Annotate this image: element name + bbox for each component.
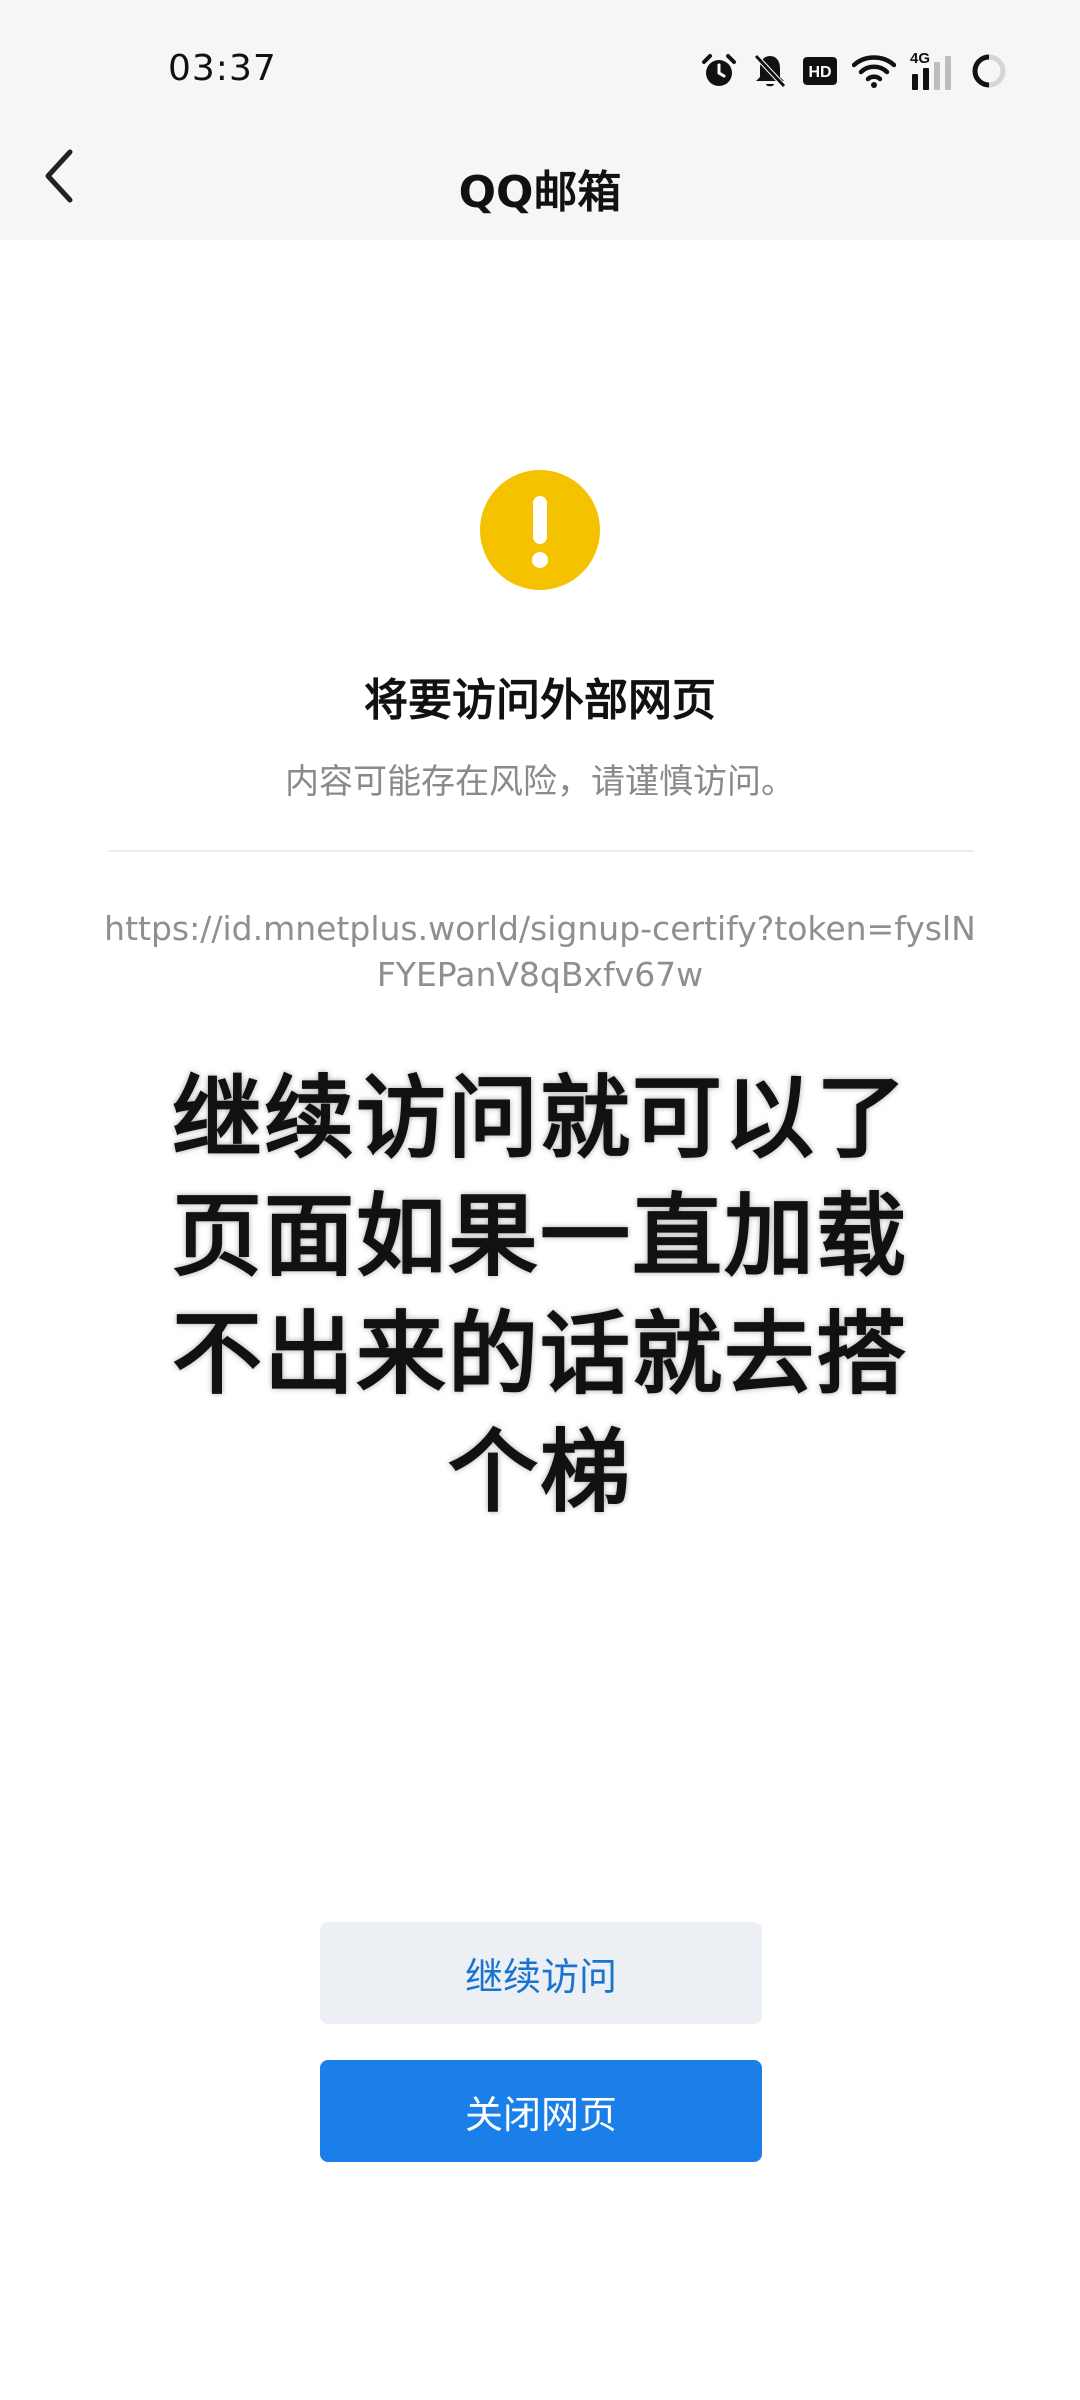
- overlay-caption: 继续访问就可以了 页面如果一直加载 不出来的话就去搭 个梯: [150, 1060, 930, 1532]
- signal-icon: 4G: [910, 50, 956, 92]
- status-icons: HD 4G: [700, 50, 1008, 92]
- exclamation-icon: [480, 470, 600, 590]
- overlay-line: 继续访问就可以了: [172, 1066, 908, 1171]
- page-title: QQ邮箱: [458, 167, 622, 218]
- overlay-line: 页面如果一直加载: [172, 1184, 908, 1289]
- alarm-icon: [700, 50, 738, 92]
- overlay-line: 不出来的话就去搭: [172, 1302, 908, 1407]
- svg-text:HD: HD: [808, 64, 831, 81]
- divider: [108, 850, 974, 852]
- status-time: 03:37: [168, 48, 277, 89]
- nav-bar: QQ邮箱: [0, 112, 1080, 240]
- warning-title: 将要访问外部网页: [364, 675, 716, 726]
- target-url: https://id.mnetplus.world/signup-certify…: [104, 909, 976, 994]
- overlay-line: 个梯: [448, 1420, 632, 1525]
- hd-icon: HD: [802, 50, 838, 92]
- bell-muted-icon: [752, 50, 788, 92]
- continue-visit-button[interactable]: 继续访问: [320, 1922, 762, 2024]
- status-bar: 03:37 HD 4G: [0, 0, 1080, 112]
- battery-loading-icon: [970, 50, 1008, 92]
- close-page-button[interactable]: 关闭网页: [320, 2060, 762, 2162]
- warning-subtitle: 内容可能存在风险，请谨慎访问。: [285, 762, 795, 802]
- network-type-label: 4G: [910, 50, 931, 67]
- wifi-icon: [852, 50, 896, 92]
